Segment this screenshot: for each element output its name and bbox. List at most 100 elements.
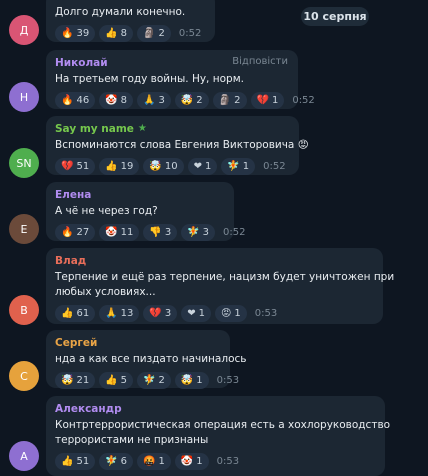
avatar[interactable]: С	[9, 361, 39, 391]
reply-button[interactable]: Відповісти	[232, 56, 288, 67]
message-bubble[interactable]: Сергей нда а как все пиздато начиналось …	[46, 330, 247, 389]
message-time: 0:52	[178, 28, 202, 39]
reaction-pill[interactable]: 🧚 2	[137, 372, 171, 389]
reaction-count: 2	[158, 28, 165, 39]
avatar[interactable]: SN	[9, 148, 39, 178]
reaction-emoji: 🧚	[143, 375, 156, 386]
reaction-count: 8	[120, 28, 128, 39]
avatar[interactable]: В	[9, 295, 39, 325]
reaction-pill[interactable]: 👍 19	[99, 158, 140, 175]
message-text: Долго думали конечно.	[55, 6, 186, 18]
reaction-pill[interactable]: ❤ 1	[187, 158, 218, 175]
reaction-count: 21	[76, 375, 90, 386]
reaction-pill[interactable]: 🤬 1	[137, 453, 171, 470]
message-bubble[interactable]: Елена А чё не через год? 🔥 27 🤡 11 👎 3 🧚 3 0:52	[46, 182, 246, 241]
reaction-pill[interactable]: 🤯 1	[174, 372, 209, 389]
reaction-pill[interactable]: 🙏 13	[99, 305, 140, 322]
reaction-count: 61	[76, 308, 90, 319]
reaction-emoji: 💔	[256, 95, 269, 106]
reaction-count: 10	[164, 161, 178, 172]
message-bubble[interactable]: Say my name ★ Вспоминаются слова Евгения…	[46, 116, 309, 175]
reaction-pill[interactable]: 💔 51	[55, 158, 96, 175]
reaction-emoji: ❤	[187, 308, 196, 319]
reaction-emoji: 🤡	[180, 456, 194, 467]
reaction-pill[interactable]: 🧚 6	[99, 453, 134, 470]
reaction-emoji: 🧚	[187, 227, 200, 238]
message-text: нда а как все пиздато начиналось	[55, 353, 247, 365]
author-name[interactable]: Александр	[55, 403, 122, 415]
reaction-emoji: 🔥	[61, 28, 74, 39]
reaction-pill[interactable]: 🤡 11	[99, 224, 140, 241]
date-badge: 10 серпня	[301, 7, 369, 26]
reaction-emoji: 🔥	[61, 227, 74, 238]
reaction-pill[interactable]: 👍 61	[55, 305, 96, 322]
reaction-emoji: 🙏	[143, 95, 156, 106]
reaction-emoji: 💔	[61, 161, 74, 172]
reaction-count: 6	[120, 456, 128, 467]
reaction-emoji: 💔	[149, 308, 162, 319]
message-text: Вспоминаются слова Евгения Викторовича 😡	[55, 139, 309, 151]
reaction-pill[interactable]: 🗿 2	[212, 92, 247, 109]
avatar[interactable]: А	[9, 441, 39, 471]
message-bubble[interactable]: Николай Відповісти На третьем году войны…	[46, 50, 315, 109]
reaction-count: 3	[158, 95, 165, 106]
reaction-pill[interactable]: 🧚 1	[221, 158, 256, 175]
reaction-pill[interactable]: 😡 1	[214, 305, 247, 322]
author-name[interactable]: Елена	[55, 189, 91, 201]
message-bubble[interactable]: Влад Терпение и ещё раз терпение, нацизм…	[46, 248, 394, 324]
reaction-emoji: 🤯	[180, 95, 194, 106]
reaction-emoji: 👍	[105, 28, 118, 39]
reaction-count: 5	[120, 375, 128, 386]
reaction-pill[interactable]: 🤡 1	[174, 453, 209, 470]
reaction-emoji: 🧚	[105, 456, 118, 467]
reaction-pill[interactable]: 🗿 2	[137, 25, 171, 42]
reaction-pill[interactable]: 🤯 10	[143, 158, 184, 175]
reaction-count: 39	[76, 28, 90, 39]
reaction-count: 13	[120, 308, 134, 319]
avatar[interactable]: Д	[9, 15, 39, 45]
reaction-emoji: 🧚	[227, 161, 240, 172]
avatar[interactable]: Е	[9, 214, 39, 244]
reaction-emoji: 🤯	[180, 375, 194, 386]
reaction-bar: 👍 51 🧚 6 🤬 1 🤡 1 0:53	[55, 453, 376, 470]
message-time: 0:52	[292, 95, 315, 106]
reaction-emoji: 🗿	[218, 95, 232, 106]
reaction-pill[interactable]: 👎 3	[143, 224, 178, 241]
reaction-bar: 🔥 46 🤡 8 🙏 3 🤯 2 🗿 2 💔 1 0:52	[55, 92, 315, 109]
author-name[interactable]: Влад	[55, 255, 86, 267]
message-bubble[interactable]: Александр Контртеррористическая операция…	[46, 396, 390, 476]
reaction-emoji: 🤯	[149, 161, 162, 172]
reaction-pill[interactable]: 👍 8	[99, 25, 134, 42]
message-text: террористами не признаны	[55, 434, 209, 446]
reaction-count: 1	[271, 95, 279, 106]
reaction-count: 2	[196, 95, 203, 106]
reaction-pill[interactable]: 👍 5	[99, 372, 134, 389]
message-time: 0:52	[223, 227, 246, 238]
reaction-pill[interactable]: ❤ 1	[181, 305, 211, 322]
message-bubble[interactable]: Долго думали конечно. 🔥 39 👍 8 🗿 2 0:52	[46, 0, 215, 42]
reaction-emoji: 🔥	[61, 95, 74, 106]
reaction-pill[interactable]: 🤯 2	[174, 92, 209, 109]
avatar[interactable]: Н	[9, 82, 39, 112]
reaction-pill[interactable]: 🔥 39	[55, 25, 96, 42]
author-name[interactable]: Сергей	[55, 337, 97, 349]
reaction-pill[interactable]: 🧚 3	[181, 224, 216, 241]
reaction-count: 3	[164, 308, 172, 319]
reaction-emoji: 👍	[61, 456, 74, 467]
reaction-pill[interactable]: 👍 51	[55, 453, 96, 470]
reaction-pill[interactable]: 💔 3	[143, 305, 178, 322]
reaction-bar: 👍 61 🙏 13 💔 3 ❤ 1 😡 1 0:53	[55, 305, 374, 322]
reaction-count: 51	[76, 161, 90, 172]
message-time: 0:53	[254, 308, 278, 319]
star-icon: ★	[137, 123, 147, 134]
reaction-pill[interactable]: 🤡 8	[99, 92, 134, 109]
reaction-pill[interactable]: 🤯 21	[55, 372, 96, 389]
reaction-emoji: 👍	[105, 375, 118, 386]
author-name[interactable]: Николай	[55, 57, 108, 69]
reaction-pill[interactable]: 🔥 27	[55, 224, 96, 241]
reaction-pill[interactable]: 🙏 3	[137, 92, 171, 109]
reaction-pill[interactable]: 🔥 46	[55, 92, 96, 109]
reaction-count: 2	[234, 95, 241, 106]
author-name[interactable]: Say my name	[55, 123, 134, 135]
reaction-pill[interactable]: 💔 1	[250, 92, 285, 109]
